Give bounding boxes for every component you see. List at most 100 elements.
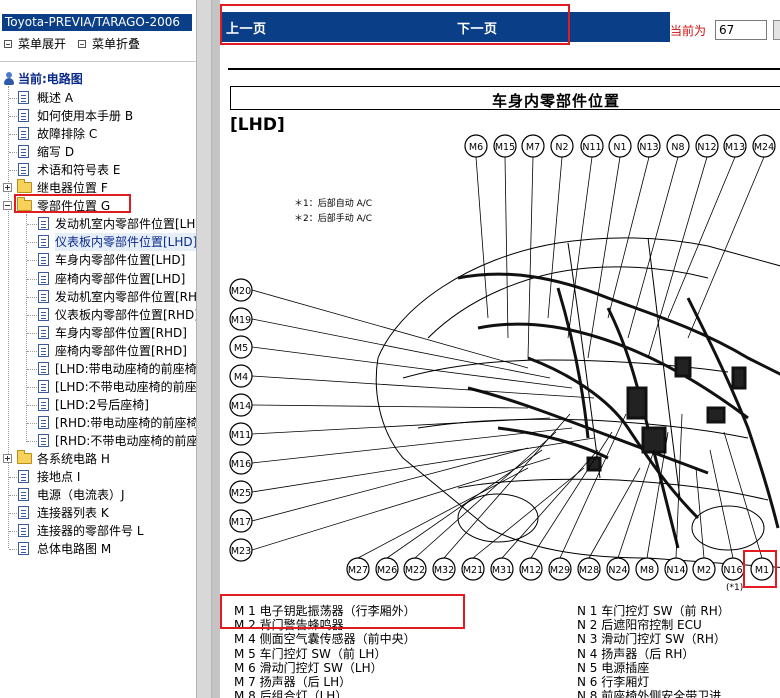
ecu-block xyxy=(731,366,747,390)
tree-item[interactable]: [RHD:不带电动座椅的前座椅] xyxy=(0,432,196,450)
document-icon xyxy=(18,506,29,520)
callout-leader xyxy=(251,447,529,522)
legend-entry: N 4 扬声器（后 RH） xyxy=(577,646,695,661)
legend-entry: N 3 滑动门控灯 SW（RH） xyxy=(577,632,726,647)
legend-highlight-box xyxy=(220,594,465,629)
tree-item[interactable]: 座椅内零部件位置[RHD] xyxy=(0,342,196,360)
callout-leader xyxy=(251,375,595,399)
tree-item[interactable]: 车身内零部件位置[LHD] xyxy=(0,251,196,269)
tree-item[interactable]: 座椅内零部件位置[LHD] xyxy=(0,270,196,288)
tree-item[interactable]: 故障排除 C xyxy=(0,125,196,143)
collapse-icon xyxy=(78,39,86,48)
tree-item[interactable]: 连接器列表 K xyxy=(0,504,196,522)
callout-leader xyxy=(472,467,585,559)
tree-item[interactable]: 术语和符号表 E xyxy=(0,161,196,179)
ecu-block xyxy=(674,356,692,378)
bottom-callout-label: N24 xyxy=(608,565,627,576)
callout-leader xyxy=(675,413,683,559)
legend-entry: N 1 车门控灯 SW（前 RH） xyxy=(577,604,730,618)
tree-item[interactable]: 概述 A xyxy=(0,89,196,107)
ecu-block xyxy=(641,426,667,454)
callout-leader xyxy=(647,156,708,359)
top-callout-label: M24 xyxy=(754,142,774,153)
tree-connector xyxy=(27,260,37,262)
tree-connector xyxy=(27,368,37,370)
document-icon xyxy=(38,271,49,285)
bottom-callout-label: M2 xyxy=(697,565,711,576)
expand-toggle-icon[interactable] xyxy=(3,183,12,193)
bottom-callout-label: M21 xyxy=(463,565,483,576)
tree-connector xyxy=(9,549,17,551)
folder-icon xyxy=(17,179,32,194)
tree-item[interactable]: 缩写 D xyxy=(0,143,196,161)
legend-entry: M 4 侧面空气囊传感器（前中央） xyxy=(234,632,416,647)
document-icon xyxy=(38,253,49,267)
tree-item[interactable]: [LHD:带电动座椅的前座椅] xyxy=(0,360,196,378)
tree-item[interactable]: [LHD:不带电动座椅的前座椅] xyxy=(0,378,196,396)
manual-title: Toyota-PREVIA/TARAGO-2006 xyxy=(2,14,192,31)
document-icon xyxy=(38,235,49,249)
tree-connector xyxy=(27,296,37,298)
callout-leader xyxy=(251,318,551,379)
tree-item-label: [LHD:不带电动座椅的前座椅] xyxy=(55,379,196,394)
top-callout-label: M15 xyxy=(495,142,515,153)
tree-item[interactable]: 仪表板内零部件位置[RHD] xyxy=(0,306,196,324)
tree-item-label: 仪表板内零部件位置[LHD] xyxy=(55,233,196,252)
user-root-icon xyxy=(3,72,15,86)
tree-connector xyxy=(9,531,17,533)
callout-leader xyxy=(559,413,627,559)
tree-item[interactable]: 如何使用本手册 B xyxy=(0,107,196,125)
left-callout-label: M16 xyxy=(231,459,251,470)
top-callout-label: N11 xyxy=(582,142,601,153)
tree-item-label: 术语和符号表 E xyxy=(37,163,121,178)
bottom-callout-label: M29 xyxy=(550,565,570,576)
tree-item[interactable]: 发动机室内零部件位置[RHD] xyxy=(0,288,196,306)
tree-item[interactable]: [RHD:带电动座椅的前座椅] xyxy=(0,414,196,432)
page-number-input[interactable] xyxy=(715,20,767,40)
top-rule xyxy=(228,68,780,70)
document-icon xyxy=(38,415,49,429)
tree-item[interactable]: 电源（电流表）J xyxy=(0,486,196,504)
collapse-menu-link[interactable]: 菜单折叠 xyxy=(78,36,140,52)
tree-connector xyxy=(27,350,37,352)
tree-connector xyxy=(27,278,37,280)
bottom-callout-label: N16 xyxy=(723,565,742,576)
collapse-toggle-icon[interactable] xyxy=(3,201,12,211)
document-icon xyxy=(38,397,49,411)
tree-item-label: 总体电路图 M xyxy=(37,542,112,557)
left-callout-label: M19 xyxy=(231,315,251,326)
tree-connector xyxy=(27,404,37,406)
pane-splitter[interactable] xyxy=(196,0,212,698)
tree-item[interactable]: 各系统电路 H xyxy=(0,450,196,468)
top-callout-label: M6 xyxy=(469,142,483,153)
tree-item[interactable]: 连接器的零部件号 L xyxy=(0,522,196,540)
tree-item[interactable]: [LHD:2号后座椅] xyxy=(0,396,196,414)
pane-splitter-bar[interactable] xyxy=(212,0,220,698)
expand-menu-link[interactable]: 菜单展开 xyxy=(4,36,66,52)
tree-item[interactable]: 接地点 I xyxy=(0,468,196,486)
top-callout-label: N1 xyxy=(613,142,626,153)
left-callout-label: M5 xyxy=(234,343,248,354)
tree-item[interactable]: 发动机室内零部件位置[LHD] xyxy=(0,215,196,233)
document-icon xyxy=(18,91,29,104)
ecu-block xyxy=(626,386,648,420)
callout-leader xyxy=(667,156,736,319)
tree-item[interactable]: 仪表板内零部件位置[LHD] xyxy=(0,233,196,252)
page-go-button[interactable] xyxy=(773,20,780,40)
tree-item[interactable]: 总体电路图 M xyxy=(0,540,196,558)
bottom-callout-label: M32 xyxy=(434,565,454,576)
harness-bundle xyxy=(556,287,590,439)
legend-entry: N 6 行李厢灯 xyxy=(577,675,650,689)
callout-leader xyxy=(251,417,551,435)
tree-item[interactable]: 车身内零部件位置[RHD] xyxy=(0,324,196,342)
left-callout-label: M14 xyxy=(231,401,251,412)
tree-connector xyxy=(9,134,17,136)
collapse-menu-label: 菜单折叠 xyxy=(92,37,141,51)
bottom-callout-label: M22 xyxy=(405,565,425,576)
expand-toggle-icon[interactable] xyxy=(3,454,12,463)
tree-connector xyxy=(9,152,17,154)
top-callout-label: N8 xyxy=(671,142,684,153)
current-page-label: 当前为 xyxy=(670,24,707,38)
bottom-callout-label: M28 xyxy=(579,565,599,576)
wire-harness xyxy=(457,272,780,549)
